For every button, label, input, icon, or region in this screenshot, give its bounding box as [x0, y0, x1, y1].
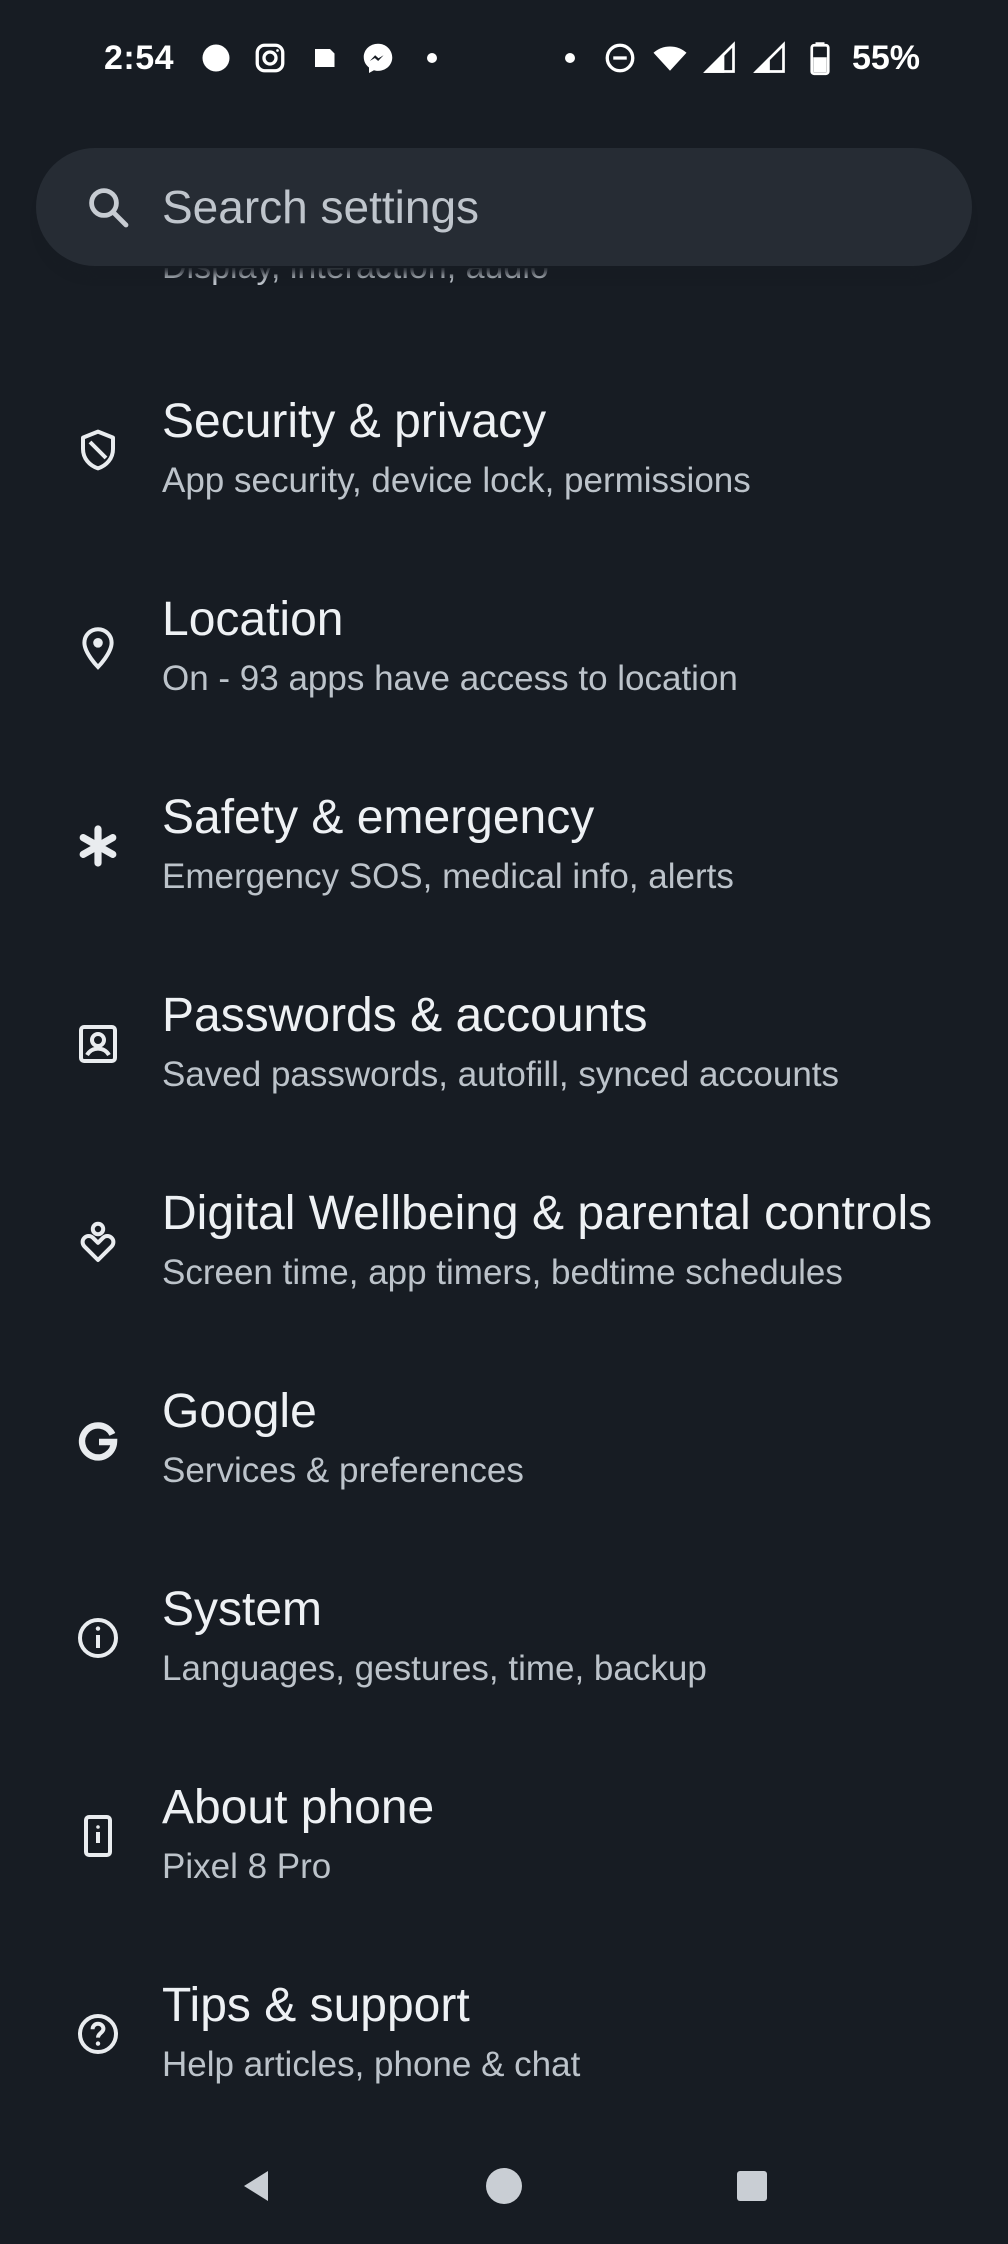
settings-item-passwords-accounts[interactable]: Passwords & accounts Saved passwords, au…: [0, 989, 1008, 1188]
battery-icon: [802, 40, 838, 76]
settings-item-subtitle: Emergency SOS, medical info, alerts: [162, 857, 734, 896]
home-button[interactable]: [474, 2156, 534, 2216]
back-button[interactable]: [226, 2156, 286, 2216]
previous-item-subtitle: Display, interaction, audio: [162, 268, 549, 310]
settings-item-google[interactable]: Google Services & preferences: [0, 1385, 1008, 1584]
settings-item-texts: Digital Wellbeing & parental controls Sc…: [162, 1184, 988, 1296]
settings-item-system[interactable]: System Languages, gestures, time, backup: [0, 1583, 1008, 1782]
settings-item-digital-wellbeing[interactable]: Digital Wellbeing & parental controls Sc…: [0, 1187, 1008, 1386]
settings-item-title: Location: [162, 593, 344, 646]
settings-item-title: Digital Wellbeing & parental controls: [162, 1187, 933, 1240]
status-clock: 2:54: [104, 38, 175, 77]
settings-item-subtitle: App security, device lock, permissions: [162, 461, 751, 500]
cell-signal-2-icon: [752, 40, 788, 76]
status-left: 2:54: [104, 39, 450, 78]
search-placeholder: Search settings: [162, 181, 480, 233]
settings-list: Security & privacy App security, device …: [0, 395, 1008, 2178]
settings-item-texts: Location On - 93 apps have access to loc…: [162, 590, 988, 702]
settings-item-title: About phone: [162, 1781, 435, 1834]
settings-item-texts: Safety & emergency Emergency SOS, medica…: [162, 788, 988, 900]
settings-item-texts: Security & privacy App security, device …: [162, 392, 988, 504]
help-icon: [74, 2010, 122, 2058]
settings-item-subtitle: Help articles, phone & chat: [162, 2045, 581, 2084]
settings-item-about-phone[interactable]: About phone Pixel 8 Pro: [0, 1781, 1008, 1980]
settings-item-title: Security & privacy: [162, 395, 547, 448]
app-notification-icon: [306, 40, 342, 76]
asterisk-icon: [74, 822, 122, 870]
google-icon: [74, 1416, 122, 1464]
settings-item-texts: About phone Pixel 8 Pro: [162, 1778, 988, 1890]
search-icon: [84, 183, 132, 231]
settings-item-title: System: [162, 1583, 323, 1636]
navigation-bar: [0, 2136, 1008, 2244]
settings-item-title: Tips & support: [162, 1979, 470, 2032]
messenger-icon: [360, 40, 396, 76]
recents-button[interactable]: [722, 2156, 782, 2216]
settings-item-subtitle: Pixel 8 Pro: [162, 1847, 332, 1886]
settings-item-texts: System Languages, gestures, time, backup: [162, 1580, 988, 1692]
settings-item-title: Google: [162, 1385, 317, 1438]
shield-icon: [74, 426, 122, 474]
settings-item-subtitle: Services & preferences: [162, 1451, 524, 1490]
wifi-icon: [652, 40, 688, 76]
cell-signal-icon: [702, 40, 738, 76]
battery-percent: 55%: [851, 38, 920, 77]
status-bar: 2:54 55%: [0, 0, 1008, 116]
settings-item-texts: Google Services & preferences: [162, 1382, 988, 1494]
settings-item-safety-emergency[interactable]: Safety & emergency Emergency SOS, medica…: [0, 791, 1008, 990]
circle-notification-icon: [198, 40, 234, 76]
more-notifications-dot: [414, 40, 450, 76]
account-box-icon: [74, 1020, 122, 1068]
settings-item-title: Passwords & accounts: [162, 989, 648, 1042]
status-right: 55%: [552, 39, 920, 78]
settings-item-subtitle: Languages, gestures, time, backup: [162, 1649, 707, 1688]
back-triangle-icon: [244, 2171, 268, 2201]
dot-icon: [552, 40, 588, 76]
location-pin-icon: [74, 624, 122, 672]
settings-item-subtitle: Screen time, app timers, bedtime schedul…: [162, 1253, 843, 1292]
settings-item-title: Safety & emergency: [162, 791, 595, 844]
instagram-icon: [252, 40, 288, 76]
settings-item-texts: Passwords & accounts Saved passwords, au…: [162, 986, 988, 1098]
settings-item-subtitle: Saved passwords, autofill, synced accoun…: [162, 1055, 840, 1094]
home-circle-icon: [486, 2168, 522, 2204]
search-bar[interactable]: Search settings: [36, 148, 972, 266]
phone-icon: [74, 1812, 122, 1860]
wellbeing-icon: [74, 1218, 122, 1266]
settings-item-security-privacy[interactable]: Security & privacy App security, device …: [0, 395, 1008, 594]
info-icon: [74, 1614, 122, 1662]
recents-square-icon: [737, 2171, 767, 2201]
settings-item-texts: Tips & support Help articles, phone & ch…: [162, 1976, 988, 2088]
settings-item-location[interactable]: Location On - 93 apps have access to loc…: [0, 593, 1008, 792]
do-not-disturb-icon: [602, 40, 638, 76]
settings-item-subtitle: On - 93 apps have access to location: [162, 659, 738, 698]
